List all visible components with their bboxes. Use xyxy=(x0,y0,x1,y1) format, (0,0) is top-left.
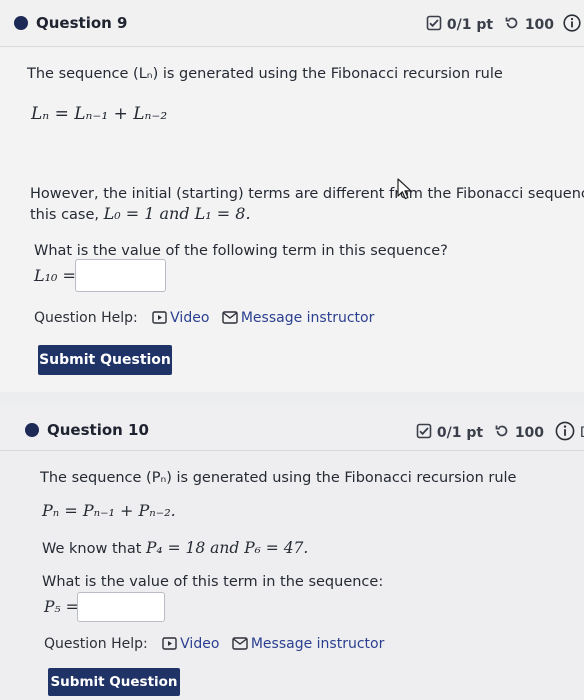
question-help: Question Help: Video Message instructor xyxy=(44,636,384,654)
recursion-formula: Pₙ = Pₙ₋₁ + Pₙ₋₂. xyxy=(42,501,176,520)
known-terms-text: We know that P₄ = 18 and P₆ = 47. xyxy=(42,539,308,557)
answer-label: P₅ = xyxy=(44,598,79,616)
message-link-label: Message instructor xyxy=(250,636,385,652)
message-link-label: Message instructor xyxy=(240,310,375,326)
envelope-icon xyxy=(222,311,238,328)
details-label[interactable]: De xyxy=(580,425,584,441)
question-intro: The sequence (Pₙ) is generated using the… xyxy=(40,470,517,486)
question-status-dot xyxy=(25,423,39,437)
question-status-dot xyxy=(14,16,28,30)
known-terms-values: P₄ = 18 and P₆ = 47. xyxy=(146,539,309,557)
envelope-icon xyxy=(232,637,248,654)
attempts-text: 100 xyxy=(524,17,555,33)
question-help: Question Help: Video Message instructor xyxy=(34,310,374,328)
question-10-card: Question 10 0/1 pt 100 De The sequence (… xyxy=(0,404,584,700)
question-title: Question 10 xyxy=(47,421,149,439)
message-instructor-link[interactable]: Message instructor xyxy=(222,310,375,328)
mouse-cursor-icon xyxy=(397,178,413,204)
score-checkbox-icon xyxy=(426,15,442,35)
video-link[interactable]: Video xyxy=(152,310,214,326)
question-10-header: Question 10 0/1 pt 100 De xyxy=(0,404,584,451)
attempts-text: 100 xyxy=(514,425,545,441)
video-link-label: Video xyxy=(170,310,210,326)
help-label: Question Help: xyxy=(34,310,138,326)
answer-input[interactable] xyxy=(77,592,165,622)
retry-icon xyxy=(494,423,510,443)
question-prompt: What is the value of this term in the se… xyxy=(42,574,384,590)
initial-terms-values: L₀ = 1 and L₁ = 8. xyxy=(103,204,251,223)
question-intro: The sequence (Lₙ) is generated using the… xyxy=(27,66,503,82)
question-prompt: What is the value of the following term … xyxy=(34,243,448,259)
play-icon xyxy=(152,311,167,328)
recursion-formula: Lₙ = Lₙ₋₁ + Lₙ₋₂ xyxy=(31,104,168,124)
retry-icon xyxy=(504,15,520,35)
answer-input[interactable] xyxy=(75,259,166,292)
video-link[interactable]: Video xyxy=(162,636,224,652)
answer-label: L₁₀ = xyxy=(34,266,76,285)
question-9-header: Question 9 0/1 pt 100 xyxy=(0,0,584,47)
initial-terms-text-line2: this case, L₀ = 1 and L₁ = 8. xyxy=(30,204,251,223)
question-title: Question 9 xyxy=(36,14,128,32)
score-checkbox-icon xyxy=(416,423,432,443)
submit-question-button[interactable]: Submit Question xyxy=(48,668,180,696)
help-label: Question Help: xyxy=(44,636,148,652)
video-link-label: Video xyxy=(180,636,220,652)
question-score-area: 0/1 pt 100 xyxy=(426,14,581,36)
question-9-card: Question 9 0/1 pt 100 The sequence (Lₙ) … xyxy=(0,0,584,392)
score-text: 0/1 pt xyxy=(436,425,484,441)
known-terms-prefix: We know that xyxy=(42,541,146,557)
message-instructor-link[interactable]: Message instructor xyxy=(232,636,385,654)
submit-question-button[interactable]: Submit Question xyxy=(38,345,172,375)
score-text: 0/1 pt xyxy=(446,17,494,33)
initial-terms-prefix: this case, xyxy=(30,207,104,223)
info-icon[interactable] xyxy=(555,421,575,445)
question-score-area: 0/1 pt 100 De xyxy=(416,421,584,445)
info-icon[interactable] xyxy=(563,14,581,36)
initial-terms-text: However, the initial (starting) terms ar… xyxy=(30,186,584,202)
play-icon xyxy=(162,637,177,654)
